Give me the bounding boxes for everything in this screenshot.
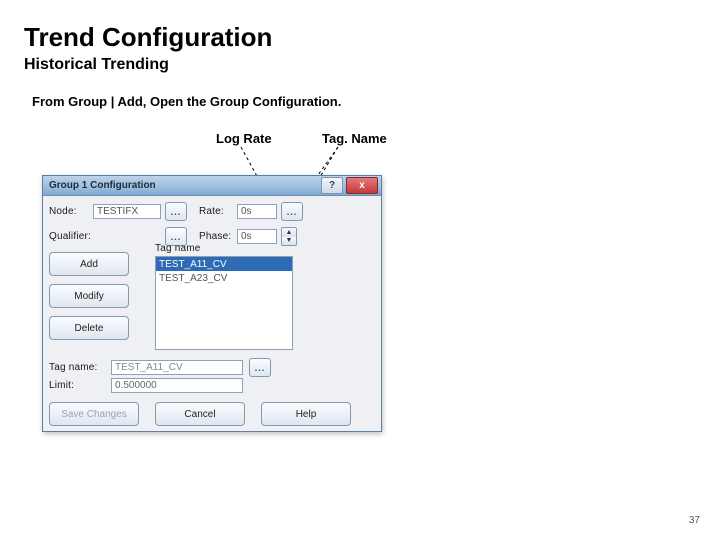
page-number: 37 — [689, 515, 700, 526]
save-changes-button[interactable]: Save Changes — [49, 402, 139, 426]
rate-browse-button[interactable]: ... — [281, 202, 303, 221]
dialog-title-text: Group 1 Configuration — [49, 180, 156, 191]
list-item[interactable]: TEST_A23_CV — [156, 271, 292, 285]
titlebar-help-button[interactable]: ? — [321, 177, 343, 194]
cancel-button[interactable]: Cancel — [155, 402, 245, 426]
tagname-input[interactable]: TEST_A11_CV — [111, 360, 243, 375]
tagname-listbox[interactable]: TEST_A11_CV TEST_A23_CV — [155, 256, 293, 350]
callout-tag-name: Tag. Name — [322, 131, 387, 146]
limit-input[interactable]: 0.500000 — [111, 378, 243, 393]
dialog-titlebar: Group 1 Configuration ? x — [43, 176, 381, 196]
rate-input[interactable]: 0s — [237, 204, 277, 219]
tagname-field-label: Tag name: — [49, 362, 105, 373]
callout-log-rate: Log Rate — [216, 131, 272, 146]
phase-input[interactable]: 0s — [237, 229, 277, 244]
modify-button[interactable]: Modify — [49, 284, 129, 308]
rate-label: Rate: — [199, 206, 233, 217]
tagname-list-label: Tag name — [155, 243, 201, 254]
page-subtitle: Historical Trending — [24, 56, 169, 74]
add-button[interactable]: Add — [49, 252, 129, 276]
close-button[interactable]: x — [346, 177, 378, 194]
phase-label: Phase: — [199, 231, 233, 242]
qualifier-label: Qualifier: — [49, 231, 89, 242]
list-item[interactable]: TEST_A11_CV — [156, 257, 292, 271]
limit-label: Limit: — [49, 380, 105, 391]
node-input[interactable]: TESTIFX — [93, 204, 161, 219]
page-title: Trend Configuration — [24, 22, 272, 53]
phase-spinner[interactable]: ▲▼ — [281, 227, 297, 246]
help-button[interactable]: Help — [261, 402, 351, 426]
node-browse-button[interactable]: ... — [165, 202, 187, 221]
instruction-text: From Group | Add, Open the Group Configu… — [32, 94, 341, 109]
tagname-browse-button[interactable]: ... — [249, 358, 271, 377]
group-configuration-dialog: Group 1 Configuration ? x Node: TESTIFX … — [42, 175, 382, 432]
delete-button[interactable]: Delete — [49, 316, 129, 340]
node-label: Node: — [49, 206, 89, 217]
